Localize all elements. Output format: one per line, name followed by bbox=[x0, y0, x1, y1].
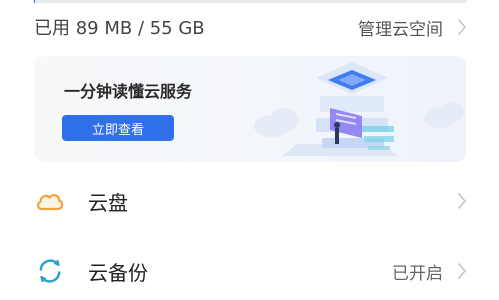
backup-status: 已开启 bbox=[392, 259, 467, 284]
manage-cloud-space-label: 管理云空间 bbox=[358, 19, 443, 40]
cloud-drive-label: 云盘 bbox=[88, 190, 128, 215]
manage-cloud-space-link[interactable]: 管理云空间 bbox=[358, 15, 467, 40]
cloud-service-banner[interactable]: 一分钟读懂云服务 立即查看 bbox=[34, 56, 466, 162]
cloud-icon bbox=[36, 194, 64, 211]
view-now-button[interactable]: 立即查看 bbox=[62, 115, 174, 141]
cloud-backup-row[interactable]: 云备份 已开启 bbox=[34, 249, 467, 293]
chevron-right-icon bbox=[458, 263, 466, 279]
sync-icon bbox=[39, 259, 61, 283]
backup-status-text: 已开启 bbox=[392, 263, 443, 284]
storage-usage-fill bbox=[34, 0, 35, 3]
storage-used-text: 已用 89 MB / 55 GB bbox=[34, 18, 205, 39]
storage-usage-track bbox=[34, 0, 467, 3]
cloud-backup-label: 云备份 bbox=[88, 260, 148, 285]
cloud-drive-row[interactable]: 云盘 bbox=[34, 179, 467, 223]
storage-row: 已用 89 MB / 55 GB 管理云空间 bbox=[34, 12, 467, 42]
cloud-server-illustration bbox=[254, 62, 464, 156]
chevron-right-icon bbox=[458, 19, 466, 35]
storage-usage-bar bbox=[34, 0, 467, 3]
banner-title: 一分钟读懂云服务 bbox=[64, 82, 193, 101]
chevron-right-icon bbox=[458, 193, 466, 209]
